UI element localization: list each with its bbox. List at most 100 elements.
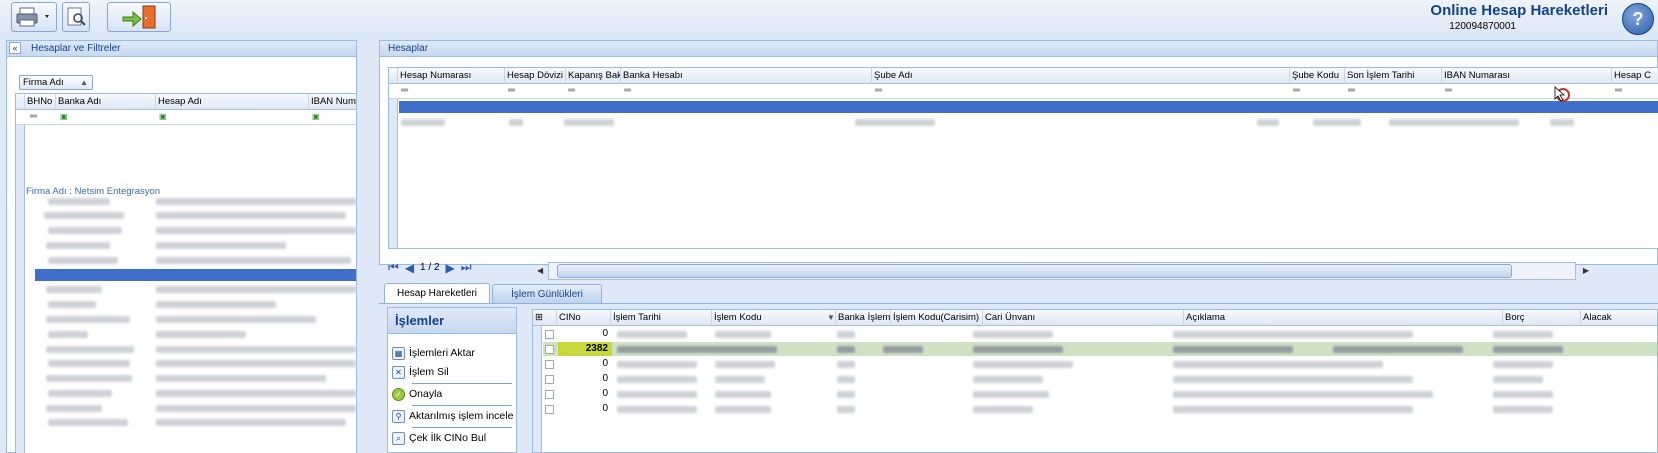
banks-grid-header: BHNo Banka Adı Hesap Adı IBAN Numa — [16, 94, 356, 110]
col-islem-tarihi[interactable]: İşlem Tarihi — [611, 310, 712, 326]
menu-item-label: İşlem Sil — [409, 366, 449, 378]
exit-door-icon — [122, 5, 156, 29]
tab-strip-line — [379, 303, 1658, 304]
last-page-icon[interactable]: ⏭ — [461, 260, 472, 275]
prev-page-icon[interactable]: ◀ — [405, 261, 414, 275]
accounts-grid: Hesap Numarası Hesap Dövizi Kapanış Baki… — [388, 67, 1658, 249]
col-banka-hesabi[interactable]: Banka Hesabı — [621, 68, 872, 84]
tab-hesap-hareketleri[interactable]: Hesap Hareketleri — [384, 283, 490, 303]
group-by-chip[interactable]: Firma Adı ▲ — [19, 75, 93, 90]
col-islem-kodu[interactable]: İşlem Kodu — [712, 310, 836, 326]
print-button[interactable] — [11, 2, 57, 32]
transactions-grid: ⊞ CINo İşlem Tarihi İşlem Kodu Banka İşl… — [532, 309, 1658, 453]
magnifier-icon — [67, 7, 86, 26]
grid-icon: ▦ — [392, 346, 405, 360]
menu-item-label: Onayla — [409, 388, 443, 400]
selected-row[interactable] — [35, 269, 356, 281]
delete-icon: ✕ — [392, 365, 405, 379]
printer-icon — [16, 7, 49, 27]
accounts-horizontal-scrollbar[interactable]: ◀ ▶ — [537, 262, 1589, 280]
cursor-icon — [1554, 86, 1570, 102]
cino-cell: 0 — [602, 373, 608, 384]
col-alacak[interactable]: Alacak — [1581, 310, 1657, 326]
group-row-label: Firma Adı : Netsim Entegrasyon — [26, 186, 161, 197]
col-hesap-c[interactable]: Hesap C — [1612, 68, 1658, 84]
sort-desc-icon: ▼ — [827, 313, 835, 322]
banks-grid: BHNo Banka Adı Hesap Adı IBAN Numa ═ ▣ ▣… — [15, 93, 357, 453]
filters-panel-title: Hesaplar ve Filtreler — [31, 43, 121, 54]
group-by-label: Firma Adı — [23, 77, 64, 88]
exit-button[interactable] — [107, 2, 171, 32]
check-icon: ✓ — [392, 387, 405, 401]
inspect-icon: ⚲ — [392, 409, 405, 423]
cino-cell: 2382 — [585, 343, 608, 354]
transactions-row-indicator — [533, 326, 542, 452]
col-cino[interactable]: CINo — [557, 310, 611, 326]
cino-cell: 0 — [602, 403, 608, 414]
operations-title: İşlemler — [388, 308, 516, 334]
accounts-grid-header: Hesap Numarası Hesap Dövizi Kapanış Baki… — [389, 68, 1658, 84]
row-indicator-column — [16, 125, 25, 453]
accounts-selected-row[interactable] — [399, 101, 1658, 113]
accounts-panel-title: Hesaplar — [388, 43, 429, 54]
sort-asc-icon: ▲ — [80, 78, 88, 87]
col-borc[interactable]: Borç — [1503, 310, 1581, 326]
help-icon: ? — [1632, 8, 1644, 29]
help-button[interactable]: ? — [1622, 3, 1654, 35]
menu-separator — [412, 383, 512, 384]
tab-islem-gunlukleri[interactable]: İşlem Günlükleri — [492, 284, 602, 304]
menu-find-check-cino[interactable]: ⌕ Çek İlk CINo Bul — [392, 429, 486, 447]
menu-item-label: İşlemleri Aktar — [409, 347, 475, 359]
col-iban[interactable]: IBAN Numa — [309, 94, 356, 110]
cino-cell: 0 — [602, 328, 608, 339]
accounts-row-indicator — [389, 99, 398, 248]
scroll-left-icon[interactable]: ◀ — [537, 266, 543, 275]
menu-transfer-operations[interactable]: ▦ İşlemleri Aktar — [392, 344, 475, 362]
col-hesap-dovizi[interactable]: Hesap Dövizi — [505, 68, 566, 84]
collapse-icon[interactable]: « — [9, 42, 21, 54]
banks-filter-row[interactable]: ═ ▣ ▣ ▣ — [16, 110, 356, 125]
first-page-icon[interactable]: ⏮ — [388, 260, 399, 275]
toolbar: Online Hesap Hareketleri 120094870001 ? — [0, 0, 1658, 38]
col-islem-kodu-carisim[interactable]: İşlem Kodu(Carisim) — [891, 310, 983, 326]
col-bhno[interactable]: BHNo — [25, 94, 56, 110]
accounts-pager: ⏮ ◀ 1 / 2 ▶ ⏭ — [388, 260, 472, 275]
menu-delete-operation[interactable]: ✕ İşlem Sil — [392, 363, 449, 381]
menu-inspect-transferred[interactable]: ⚲ Aktarılmış işlem incele — [392, 407, 513, 425]
page-title: Online Hesap Hareketleri — [1430, 2, 1608, 19]
menu-separator — [412, 405, 512, 406]
accounts-panel: Hesaplar Hesap Numarası Hesap Dövizi Kap… — [379, 40, 1658, 280]
accounts-panel-header: Hesaplar — [380, 41, 1657, 57]
col-sube-adi[interactable]: Şube Adı — [872, 68, 1290, 84]
col-kapanis-bakiye[interactable]: Kapanış Baki — [566, 68, 621, 84]
col-hesap-numarasi[interactable]: Hesap Numarası — [398, 68, 505, 84]
cino-cell: 0 — [602, 358, 608, 369]
search-icon: ⌕ — [392, 431, 405, 445]
accounts-filter-row[interactable]: ═ ═ ═ ═ ═ ═ ═ ═ ═ — [389, 84, 1658, 99]
col-iban-numarasi[interactable]: IBAN Numarası — [1442, 68, 1612, 84]
menu-item-label: Çek İlk CINo Bul — [409, 432, 487, 444]
col-cari-unvani[interactable]: Cari Ünvanı — [983, 310, 1184, 326]
operations-menu: İşlemler ▦ İşlemleri Aktar ✕ İşlem Sil ✓ On… — [387, 307, 517, 453]
column-chooser-icon[interactable]: ⊞ — [533, 310, 557, 326]
menu-item-label: Aktarılmış işlem incele — [409, 410, 514, 422]
next-page-icon[interactable]: ▶ — [446, 261, 455, 275]
preview-button[interactable] — [62, 2, 90, 32]
col-son-islem-tarihi[interactable]: Son İşlem Tarihi — [1345, 68, 1442, 84]
cino-cell: 0 — [602, 388, 608, 399]
col-sube-kodu[interactable]: Şube Kodu — [1290, 68, 1345, 84]
tab-label: Hesap Hareketleri — [396, 288, 478, 299]
scroll-right-icon[interactable]: ▶ — [1583, 266, 1589, 275]
col-banka-islemi[interactable]: Banka İşlemi — [836, 310, 891, 326]
tab-label: İşlem Günlükleri — [511, 289, 583, 300]
transactions-grid-header: ⊞ CINo İşlem Tarihi İşlem Kodu Banka İşl… — [533, 310, 1657, 326]
col-banka-adi[interactable]: Banka Adı — [56, 94, 156, 110]
menu-separator — [412, 427, 512, 428]
menu-approve[interactable]: ✓ Onayla — [392, 385, 442, 403]
account-code: 120094870001 — [1449, 21, 1516, 32]
filters-panel-header: « Hesaplar ve Filtreler — [7, 41, 356, 57]
col-aciklama[interactable]: Açıklama — [1184, 310, 1503, 326]
filters-panel: « Hesaplar ve Filtreler Firma Adı ▲ BHNo… — [6, 40, 357, 453]
col-hesap-adi[interactable]: Hesap Adı — [156, 94, 309, 110]
scroll-thumb[interactable] — [557, 264, 1512, 278]
